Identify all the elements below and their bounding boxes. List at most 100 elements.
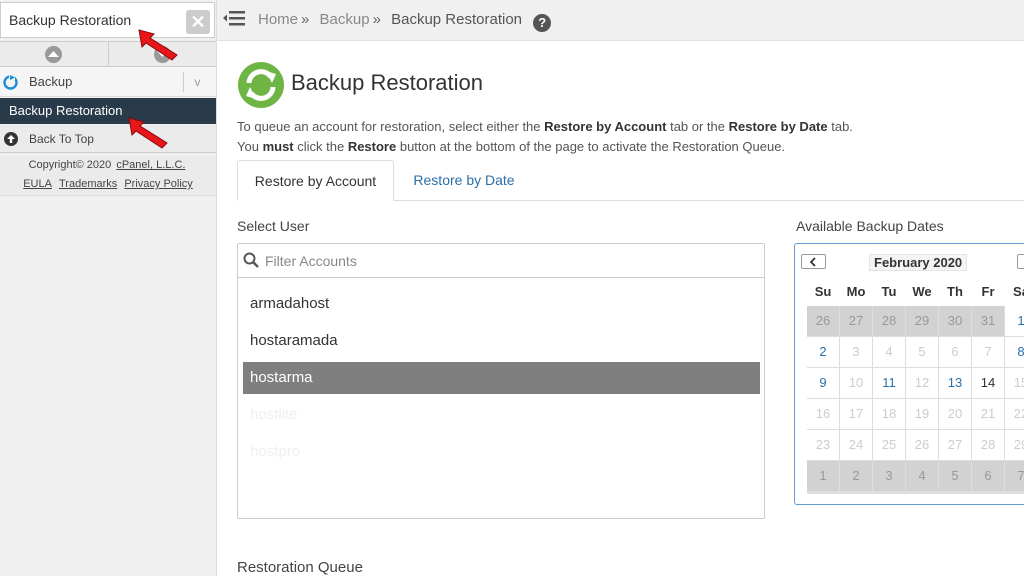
- trademarks-link[interactable]: Trademarks: [59, 178, 117, 190]
- calendar-day: 12: [906, 368, 938, 398]
- pointer-arrow-icon: [128, 117, 168, 149]
- breadcrumb-backup[interactable]: Backup: [320, 11, 370, 28]
- sidebar-group-label: Backup: [29, 74, 73, 89]
- calendar-day: 27: [939, 430, 971, 460]
- calendar-next-button[interactable]: [1017, 254, 1024, 269]
- collapse-all-button[interactable]: [0, 42, 108, 66]
- calendar-day[interactable]: 2: [807, 337, 839, 367]
- backup-icon: [3, 75, 18, 90]
- calendar-day: 4: [873, 337, 905, 367]
- page-title: Backup Restoration: [291, 70, 483, 95]
- calendar-day[interactable]: 11: [873, 368, 905, 398]
- group-chevron-icon[interactable]: v: [183, 72, 211, 92]
- calendar-day[interactable]: 14: [972, 368, 1004, 398]
- calendar-day: 26: [807, 306, 839, 336]
- desc-text: button at the bottom of the page to acti…: [396, 139, 786, 154]
- sidebar-search: ✕: [0, 2, 215, 38]
- calendar-day[interactable]: 13: [939, 368, 971, 398]
- eula-link[interactable]: EULA: [23, 178, 52, 190]
- calendar-day: 22: [1005, 399, 1024, 429]
- chevron-up-icon: [45, 46, 62, 63]
- help-icon[interactable]: ?: [533, 14, 552, 32]
- restoration-queue-heading: Restoration Queue: [237, 559, 363, 576]
- user-list-item[interactable]: hostaramada: [243, 325, 760, 357]
- desc-bold: Restore: [347, 139, 397, 154]
- sidebar-collapse-row: [0, 41, 216, 67]
- user-list-item[interactable]: armadahost: [243, 288, 760, 320]
- calendar-day: 5: [906, 337, 938, 367]
- chevron-left-icon: [809, 257, 816, 267]
- calendar-weekday: Tu: [881, 284, 897, 299]
- cpanel-link[interactable]: cPanel, L.L.C.: [116, 159, 185, 171]
- sidebar-item-backup-restoration[interactable]: Backup Restoration: [0, 98, 216, 124]
- calendar-day: 6: [972, 461, 1004, 491]
- calendar-weekday: Sa: [1013, 284, 1024, 299]
- calendar-day: 2: [840, 461, 872, 491]
- calendar-weekday: We: [912, 284, 932, 299]
- description-line-2: You must click the Restore button at the…: [237, 139, 785, 154]
- breadcrumb-home[interactable]: Home: [258, 11, 298, 28]
- calendar-grid: 2627282930311234567891011121314151617181…: [807, 306, 1024, 494]
- breadcrumb: Home» Backup» Backup Restoration ?: [258, 11, 552, 32]
- backup-date-calendar: February 2020 SuMoTuWeThFrSa 26272829303…: [794, 243, 1024, 505]
- calendar-day: 16: [807, 399, 839, 429]
- calendar-day: 15: [1005, 368, 1024, 398]
- calendar-prev-button[interactable]: [801, 254, 826, 269]
- sidebar-footer: Copyright© 2020 cPanel, L.L.C. EULA Trad…: [0, 156, 216, 196]
- calendar-weekday: Fr: [981, 284, 995, 299]
- desc-text: To queue an account for restoration, sel…: [237, 119, 545, 134]
- filter-accounts-input[interactable]: [263, 244, 753, 277]
- back-to-top-link[interactable]: Back To Top: [0, 125, 216, 153]
- clear-search-icon[interactable]: ✕: [186, 10, 210, 34]
- sidebar: ✕ Backup v Backup Restoration Back To To…: [0, 0, 217, 576]
- calendar-day: 7: [972, 337, 1004, 367]
- calendar-day: 20: [939, 399, 971, 429]
- filter-accounts: [238, 244, 764, 278]
- calendar-day: 28: [972, 430, 1004, 460]
- desc-bold: Restore by Date: [728, 119, 828, 134]
- calendar-day: 10: [840, 368, 872, 398]
- tab-restore-by-date[interactable]: Restore by Date: [394, 160, 534, 201]
- calendar-day: 18: [873, 399, 905, 429]
- calendar-day: 4: [906, 461, 938, 491]
- calendar-day: 3: [840, 337, 872, 367]
- description-line-1: To queue an account for restoration, sel…: [237, 119, 853, 134]
- top-header: Home» Backup» Backup Restoration ?: [217, 0, 1024, 41]
- desc-text: You: [237, 139, 263, 154]
- copyright-line: Copyright© 2020 cPanel, L.L.C.: [0, 159, 216, 171]
- search-icon: [243, 252, 259, 268]
- calendar-day: 17: [840, 399, 872, 429]
- tab-restore-by-account[interactable]: Restore by Account: [237, 160, 394, 201]
- breadcrumb-current: Backup Restoration: [391, 11, 522, 28]
- desc-bold: Restore by Account: [544, 119, 667, 134]
- breadcrumb-separator: »: [372, 11, 381, 28]
- calendar-day: 23: [807, 430, 839, 460]
- calendar-day: 7: [1005, 461, 1024, 491]
- calendar-day[interactable]: 9: [807, 368, 839, 398]
- calendar-day: 24: [840, 430, 872, 460]
- backup-restoration-icon: [238, 62, 284, 108]
- calendar-day: 6: [939, 337, 971, 367]
- sidebar-group-backup[interactable]: Backup v: [0, 67, 216, 97]
- user-list-item[interactable]: hostpro: [243, 436, 760, 468]
- calendar-day: 29: [1005, 430, 1024, 460]
- calendar-day: 27: [840, 306, 872, 336]
- calendar-weekday: Su: [814, 284, 832, 299]
- desc-text: tab.: [827, 119, 853, 134]
- calendar-day[interactable]: 8: [1005, 337, 1024, 367]
- privacy-policy-link[interactable]: Privacy Policy: [124, 178, 192, 190]
- calendar-day: 19: [906, 399, 938, 429]
- calendar-day: 1: [807, 461, 839, 491]
- desc-text: tab or the: [666, 119, 729, 134]
- pointer-arrow-icon: [138, 29, 178, 61]
- calendar-day: 28: [873, 306, 905, 336]
- restore-tabs: Restore by Account Restore by Date: [237, 160, 1024, 201]
- calendar-day: 30: [939, 306, 971, 336]
- calendar-weekday: Mo: [846, 284, 866, 299]
- user-list-box: armadahost hostaramada hostarma hostlite hos…: [237, 243, 765, 519]
- user-list-item[interactable]: hostarma: [243, 362, 760, 394]
- user-list-item[interactable]: hostlite: [243, 399, 760, 431]
- calendar-day: 26: [906, 430, 938, 460]
- menu-toggle-icon[interactable]: [222, 8, 246, 28]
- calendar-day[interactable]: 1: [1005, 306, 1024, 336]
